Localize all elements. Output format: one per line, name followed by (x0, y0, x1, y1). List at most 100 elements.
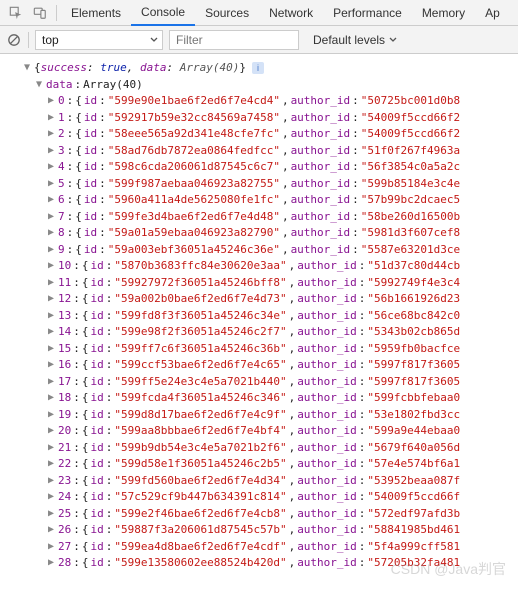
expand-toggle[interactable] (22, 60, 32, 77)
prop-key: id (91, 390, 104, 407)
expand-toggle[interactable] (46, 374, 56, 391)
author-id-value: "5343b02cb865d (367, 324, 460, 341)
prop-key: author_id (297, 555, 357, 572)
tab-console[interactable]: Console (131, 0, 195, 26)
expand-toggle[interactable] (46, 390, 56, 407)
expand-toggle[interactable] (46, 522, 56, 539)
inspect-icon[interactable] (4, 1, 28, 25)
tab-application-partial[interactable]: Ap (475, 0, 510, 26)
author-id-value: "599fcbbfebaa0 (367, 390, 460, 407)
id-value: "599ff5e24e3c4e5a7021b440" (114, 374, 286, 391)
id-value: "599aa8bbbae6f2ed6f7e4bf4" (114, 423, 286, 440)
array-index: 3 (58, 143, 65, 160)
expand-toggle[interactable] (46, 555, 56, 572)
expand-toggle[interactable] (46, 423, 56, 440)
expand-toggle[interactable] (46, 126, 56, 143)
expand-toggle[interactable] (46, 291, 56, 308)
expand-toggle[interactable] (46, 407, 56, 424)
author-id-value: "54009f5ccd66f (367, 489, 460, 506)
prop-key: id (91, 374, 104, 391)
expand-toggle[interactable] (46, 308, 56, 325)
author-id-value: "58841985bd461 (367, 522, 460, 539)
context-selector[interactable]: top (35, 30, 163, 50)
id-value: "59a002b0bae6f2ed6f7e4d73" (114, 291, 286, 308)
array-index: 15 (58, 341, 71, 358)
expand-toggle[interactable] (46, 489, 56, 506)
author-id-value: "599a9e44ebaa0 (367, 423, 460, 440)
array-index: 17 (58, 374, 71, 391)
id-value: "59a01a59ebaa046923a82790" (108, 225, 280, 242)
clear-console-icon[interactable] (6, 32, 22, 48)
id-value: "58ad76db7872ea0864fedfcc" (108, 143, 280, 160)
expand-toggle[interactable] (46, 506, 56, 523)
context-label: top (42, 33, 59, 47)
array-index: 6 (58, 192, 65, 209)
array-index: 22 (58, 456, 71, 473)
expand-toggle[interactable] (46, 209, 56, 226)
array-index: 27 (58, 539, 71, 556)
tab-performance[interactable]: Performance (323, 0, 412, 26)
expand-toggle[interactable] (46, 456, 56, 473)
prop-key: author_id (297, 473, 357, 490)
prop-key: author_id (291, 192, 351, 209)
prop-key: id (91, 341, 104, 358)
expand-toggle[interactable] (46, 357, 56, 374)
expand-toggle[interactable] (46, 341, 56, 358)
expand-toggle[interactable] (46, 110, 56, 127)
prop-key: author_id (297, 407, 357, 424)
expand-toggle[interactable] (46, 192, 56, 209)
author-id-value: "5679f640a056d (367, 440, 460, 457)
prop-key: author_id (297, 489, 357, 506)
array-index: 7 (58, 209, 65, 226)
prop-key: author_id (297, 539, 357, 556)
prop-key: id (91, 489, 104, 506)
info-icon[interactable]: i (252, 62, 264, 74)
array-item: 19: {id: "599d8d17bae6f2ed6f7e4c9f", aut… (22, 407, 512, 424)
expand-toggle[interactable] (46, 242, 56, 259)
author-id-value: "5f4a999cff581 (367, 539, 460, 556)
filter-input[interactable] (169, 30, 299, 50)
tab-elements[interactable]: Elements (61, 0, 131, 26)
expand-toggle[interactable] (46, 176, 56, 193)
device-toggle-icon[interactable] (28, 1, 52, 25)
id-value: "599fd8f3f36051a45246c34e" (114, 308, 286, 325)
array-item: 13: {id: "599fd8f3f36051a45246c34e", aut… (22, 308, 512, 325)
expand-toggle[interactable] (46, 324, 56, 341)
prop-key: author_id (291, 110, 351, 127)
array-index: 14 (58, 324, 71, 341)
expand-toggle[interactable] (46, 539, 56, 556)
expand-toggle[interactable] (46, 225, 56, 242)
log-levels-dropdown[interactable]: Default levels (313, 33, 397, 47)
expand-toggle[interactable] (46, 93, 56, 110)
author-id-value: "53952beaa087f (367, 473, 460, 490)
expand-toggle[interactable] (46, 258, 56, 275)
prop-key: author_id (291, 209, 351, 226)
author-id-value: "58be260d16500b (361, 209, 460, 226)
prop-key: author_id (297, 291, 357, 308)
tab-sources[interactable]: Sources (195, 0, 259, 26)
array-item: 10: {id: "5870b3683ffc84e30620e3aa", aut… (22, 258, 512, 275)
array-item: 14: {id: "599e98f2f36051a45246c2f7", aut… (22, 324, 512, 341)
array-item: 28: {id: "599e13580602ee88524b420d", aut… (22, 555, 512, 572)
author-id-value: "50725bc001d0b8 (361, 93, 460, 110)
id-value: "599ccf53bae6f2ed6f7e4c65" (114, 357, 286, 374)
id-value: "599ea4d8bae6f2ed6f7e4cdf" (114, 539, 286, 556)
object-preview[interactable]: {success: true, data: Array(40)} (34, 60, 246, 77)
prop-key: id (91, 423, 104, 440)
tab-memory[interactable]: Memory (412, 0, 475, 26)
prop-key: id (91, 407, 104, 424)
expand-toggle[interactable] (46, 275, 56, 292)
tab-network[interactable]: Network (259, 0, 323, 26)
expand-toggle[interactable] (46, 159, 56, 176)
id-value: "58eee565a92d341e48cfe7fc" (108, 126, 280, 143)
expand-toggle[interactable] (46, 473, 56, 490)
prop-key: id (91, 258, 104, 275)
expand-toggle[interactable] (34, 77, 44, 94)
prop-key: id (84, 242, 97, 259)
array-type[interactable]: Array(40) (83, 77, 143, 94)
prop-key: id (91, 555, 104, 572)
author-id-value: "5959fb0bacfce (367, 341, 460, 358)
expand-toggle[interactable] (46, 440, 56, 457)
expand-toggle[interactable] (46, 143, 56, 160)
array-item: 18: {id: "599fcda4f36051a45246c346", aut… (22, 390, 512, 407)
